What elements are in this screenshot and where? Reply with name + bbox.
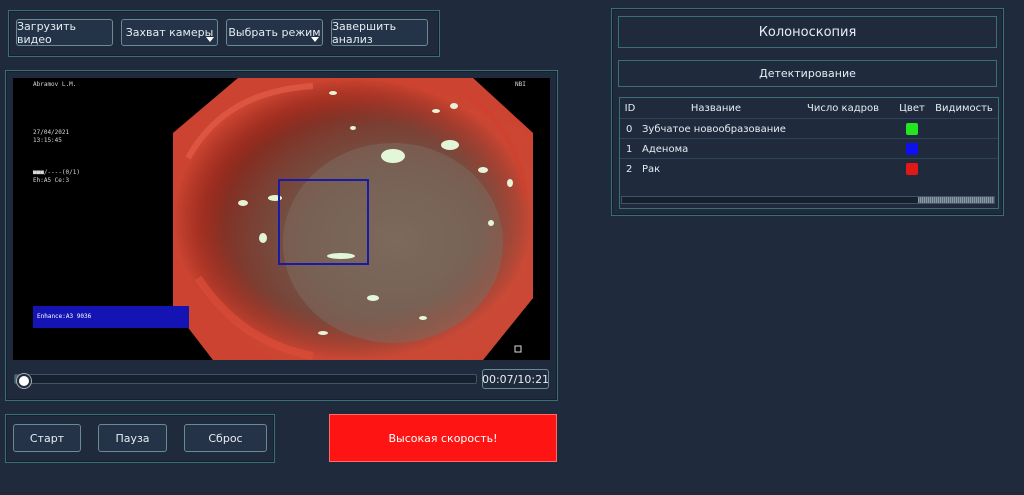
seek-bar[interactable] [14,370,477,388]
overlay-mode: NBI [515,81,526,88]
overlay-enhance-bar: Enhance:A3 9036 [33,306,189,328]
table-row[interactable]: 0 Зубчатое новообразование [620,118,998,139]
dropdown-arrow-icon [311,37,319,42]
table-row[interactable]: 2 Рак [620,158,998,179]
video-frame: Abramov L.M. NBI 27/04/2021 13:15:45 ■■■… [13,78,550,360]
column-header-color[interactable]: Цвет [894,99,930,117]
start-button[interactable]: Старт [13,424,81,452]
overlay-name: Abramov L.M. [33,81,77,88]
overlay-date: 27/04/2021 [33,129,70,136]
detection-table: ID Название Число кадров Цвет Видимость … [619,97,999,209]
dropdown-arrow-icon [206,37,214,42]
time-display: 00:07/10:21 [482,369,549,389]
table-row[interactable]: 1 Аденома [620,138,998,159]
row-name: Аденома [642,143,689,155]
row-color-swatch[interactable] [906,143,918,155]
pause-button[interactable]: Пауза [98,424,167,452]
mode-title: Колоноскопия [618,16,997,48]
row-id: 0 [626,123,633,135]
row-name: Зубчатое новообразование [642,123,786,135]
select-mode-label: Выбрать режим [228,26,321,39]
camera-capture-button[interactable]: Захват камеры [121,19,218,46]
seek-track [14,374,477,384]
row-id: 2 [626,163,633,175]
table-horizontal-scrollbar[interactable] [621,196,995,204]
select-mode-button[interactable]: Выбрать режим [226,19,323,46]
finish-analysis-button[interactable]: Завершить анализ [331,19,428,46]
row-id: 1 [626,143,633,155]
column-header-frames[interactable]: Число кадров [792,99,894,117]
overlay-enhance-text: Enhance:A3 9036 [37,313,92,320]
seek-handle[interactable] [17,374,31,388]
speed-warning-banner: Высокая скорость! [329,414,557,462]
row-name: Рак [642,163,661,175]
row-color-swatch[interactable] [906,123,918,135]
overlay-status: ■■■/----(0/1) Eh:A5 Ce:3 [33,169,80,184]
scrollbar-thumb[interactable] [918,197,994,203]
reset-button[interactable]: Сброс [184,424,267,452]
column-header-name[interactable]: Название [640,99,792,117]
column-header-id[interactable]: ID [620,99,640,117]
row-color-swatch[interactable] [906,163,918,175]
overlay-time: 13:15:45 [33,137,62,144]
detection-subtitle: Детектирование [618,60,997,87]
load-video-button[interactable]: Загрузить видео [16,19,113,46]
camera-capture-label: Захват камеры [125,26,214,39]
column-header-visibility[interactable]: Видимость [930,99,998,117]
